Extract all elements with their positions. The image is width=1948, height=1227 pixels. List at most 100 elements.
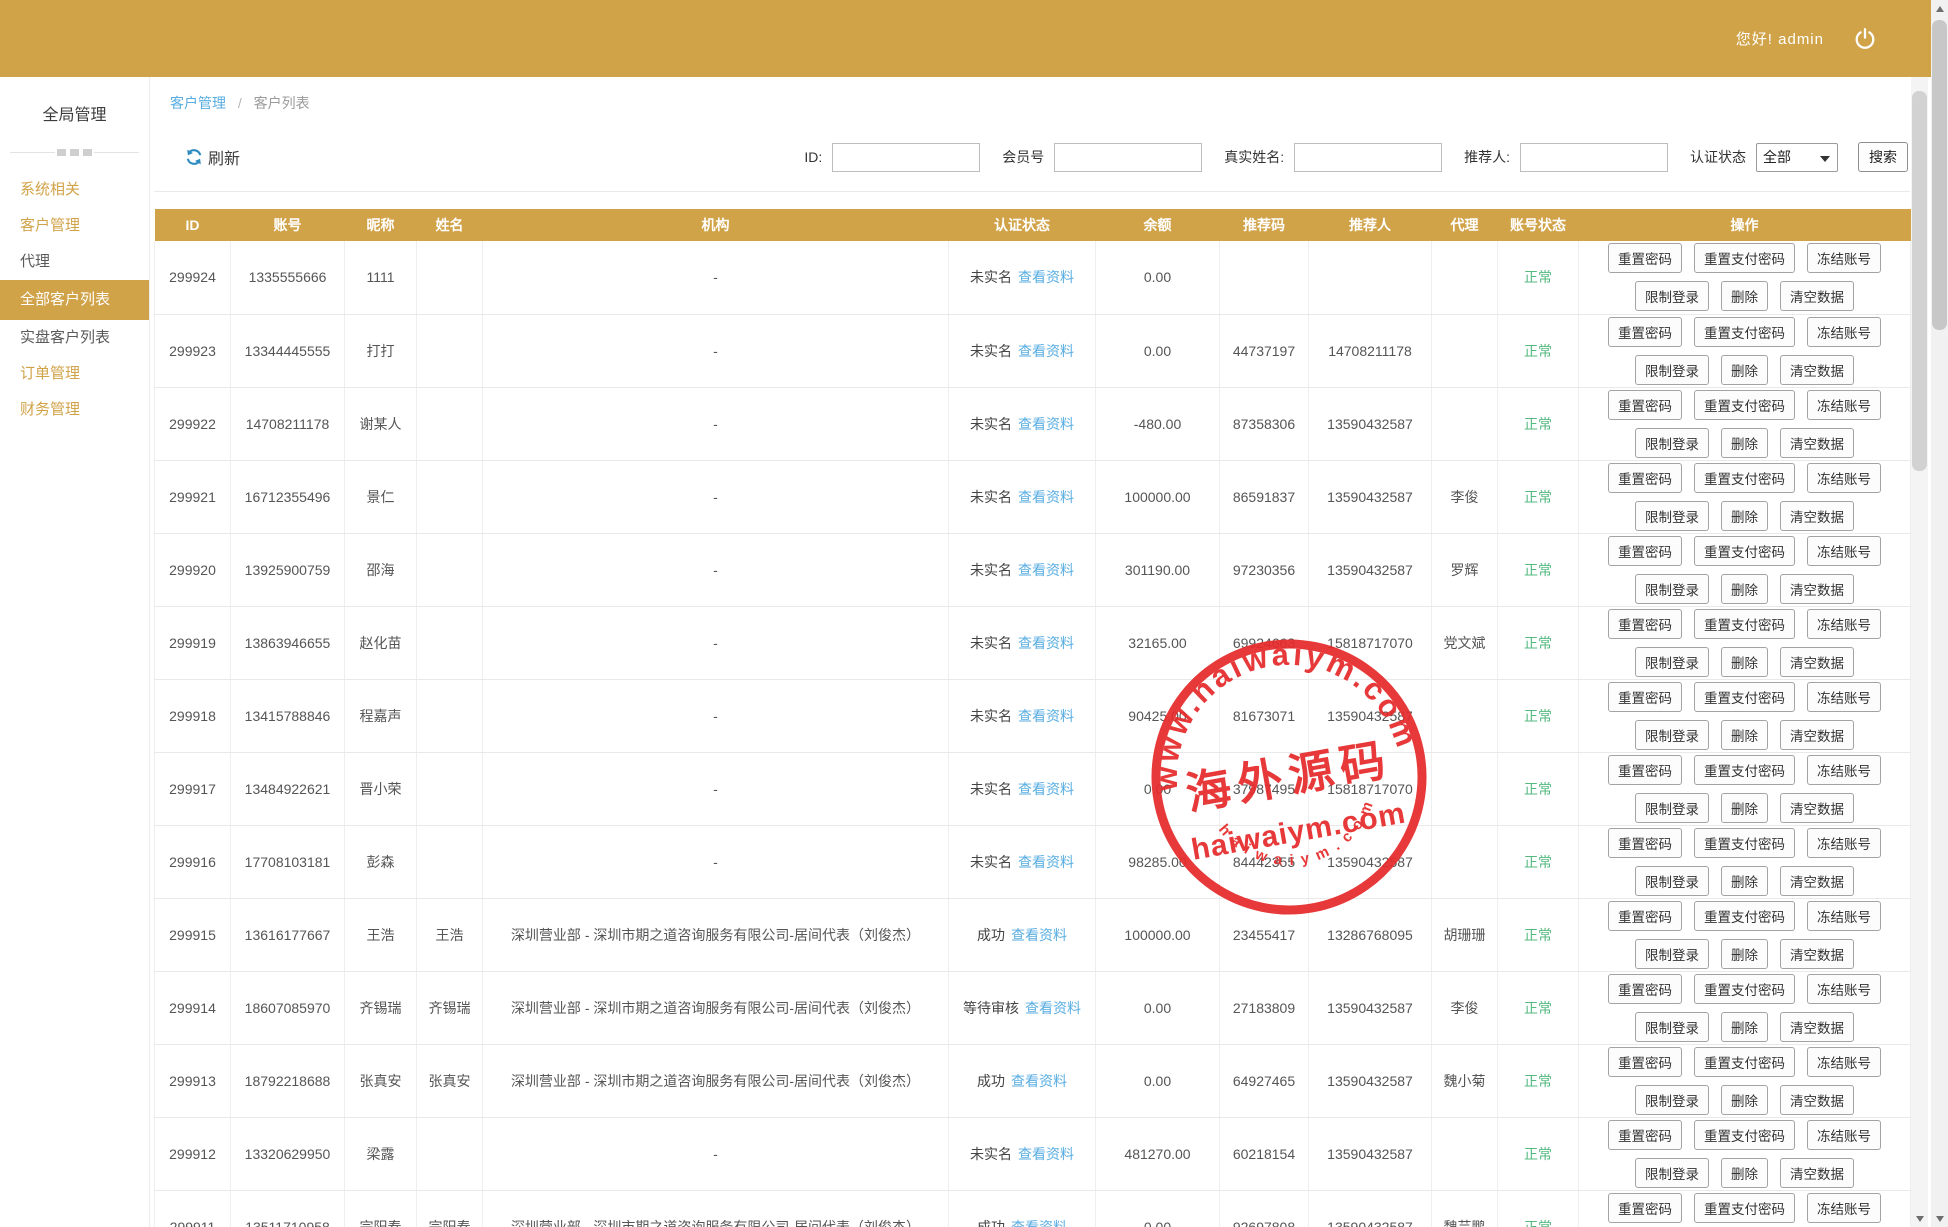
restrict-login-button[interactable]: 限制登录	[1635, 719, 1709, 750]
referrer-filter-input[interactable]	[1520, 142, 1668, 172]
clear-data-button[interactable]: 清空数据	[1780, 865, 1854, 896]
delete-button[interactable]: 删除	[1721, 573, 1768, 604]
view-profile-link[interactable]: 查看资料	[1018, 1146, 1074, 1162]
view-profile-link[interactable]: 查看资料	[1018, 635, 1074, 651]
content-scrollbar[interactable]	[1911, 77, 1928, 1227]
reset-pay-password-button[interactable]: 重置支付密码	[1694, 681, 1795, 712]
reset-pay-password-button[interactable]: 重置支付密码	[1694, 827, 1795, 858]
freeze-account-button[interactable]: 冻结账号	[1807, 1119, 1881, 1150]
browser-scroll-up-arrow[interactable]	[1931, 0, 1948, 17]
id-filter-input[interactable]	[832, 142, 981, 172]
delete-button[interactable]: 删除	[1721, 354, 1768, 385]
reset-password-button[interactable]: 重置密码	[1608, 389, 1682, 420]
clear-data-button[interactable]: 清空数据	[1780, 281, 1854, 312]
delete-button[interactable]: 删除	[1721, 1084, 1768, 1115]
freeze-account-button[interactable]: 冻结账号	[1807, 1192, 1881, 1223]
reset-pay-password-button[interactable]: 重置支付密码	[1694, 389, 1795, 420]
restrict-login-button[interactable]: 限制登录	[1635, 646, 1709, 677]
restrict-login-button[interactable]: 限制登录	[1635, 938, 1709, 969]
sidebar-item-订单管理[interactable]: 订单管理	[0, 356, 149, 392]
restrict-login-button[interactable]: 限制登录	[1635, 792, 1709, 823]
view-profile-link[interactable]: 查看资料	[1025, 1000, 1081, 1016]
restrict-login-button[interactable]: 限制登录	[1635, 1157, 1709, 1188]
reset-pay-password-button[interactable]: 重置支付密码	[1694, 316, 1795, 347]
delete-button[interactable]: 删除	[1721, 719, 1768, 750]
sidebar-item-客户管理[interactable]: 客户管理	[0, 208, 149, 244]
clear-data-button[interactable]: 清空数据	[1780, 500, 1854, 531]
clear-data-button[interactable]: 清空数据	[1780, 1157, 1854, 1188]
freeze-account-button[interactable]: 冻结账号	[1807, 389, 1881, 420]
reset-pay-password-button[interactable]: 重置支付密码	[1694, 243, 1795, 274]
view-profile-link[interactable]: 查看资料	[1011, 1219, 1067, 1227]
view-profile-link[interactable]: 查看资料	[1011, 1073, 1067, 1089]
freeze-account-button[interactable]: 冻结账号	[1807, 462, 1881, 493]
reset-password-button[interactable]: 重置密码	[1608, 1192, 1682, 1223]
reset-pay-password-button[interactable]: 重置支付密码	[1694, 1192, 1795, 1223]
content-scrollbar-thumb[interactable]	[1912, 91, 1927, 471]
sidebar-item-系统相关[interactable]: 系统相关	[0, 172, 149, 208]
reset-password-button[interactable]: 重置密码	[1608, 681, 1682, 712]
delete-button[interactable]: 删除	[1721, 938, 1768, 969]
reset-password-button[interactable]: 重置密码	[1608, 316, 1682, 347]
reset-password-button[interactable]: 重置密码	[1608, 754, 1682, 785]
freeze-account-button[interactable]: 冻结账号	[1807, 900, 1881, 931]
sidebar-item-财务管理[interactable]: 财务管理	[0, 392, 149, 428]
browser-scrollbar[interactable]	[1931, 0, 1948, 1227]
clear-data-button[interactable]: 清空数据	[1780, 792, 1854, 823]
sidebar-item-全部客户列表[interactable]: 全部客户列表	[0, 280, 149, 320]
realname-filter-input[interactable]	[1294, 142, 1443, 172]
freeze-account-button[interactable]: 冻结账号	[1807, 827, 1881, 858]
delete-button[interactable]: 删除	[1721, 1157, 1768, 1188]
delete-button[interactable]: 删除	[1721, 281, 1768, 312]
delete-button[interactable]: 删除	[1721, 865, 1768, 896]
view-profile-link[interactable]: 查看资料	[1018, 343, 1074, 359]
sidebar-item-实盘客户列表[interactable]: 实盘客户列表	[0, 320, 149, 356]
browser-scrollbar-thumb[interactable]	[1932, 20, 1947, 330]
restrict-login-button[interactable]: 限制登录	[1635, 1084, 1709, 1115]
freeze-account-button[interactable]: 冻结账号	[1807, 754, 1881, 785]
reset-password-button[interactable]: 重置密码	[1608, 608, 1682, 639]
restrict-login-button[interactable]: 限制登录	[1635, 354, 1709, 385]
clear-data-button[interactable]: 清空数据	[1780, 719, 1854, 750]
auth-status-select[interactable]: 全部	[1756, 142, 1838, 172]
reset-pay-password-button[interactable]: 重置支付密码	[1694, 608, 1795, 639]
freeze-account-button[interactable]: 冻结账号	[1807, 681, 1881, 712]
freeze-account-button[interactable]: 冻结账号	[1807, 1046, 1881, 1077]
freeze-account-button[interactable]: 冻结账号	[1807, 608, 1881, 639]
reset-pay-password-button[interactable]: 重置支付密码	[1694, 754, 1795, 785]
reset-password-button[interactable]: 重置密码	[1608, 827, 1682, 858]
reset-pay-password-button[interactable]: 重置支付密码	[1694, 462, 1795, 493]
view-profile-link[interactable]: 查看资料	[1018, 562, 1074, 578]
delete-button[interactable]: 删除	[1721, 1011, 1768, 1042]
view-profile-link[interactable]: 查看资料	[1018, 269, 1074, 285]
clear-data-button[interactable]: 清空数据	[1780, 646, 1854, 677]
search-button[interactable]: 搜索	[1858, 142, 1908, 172]
reset-pay-password-button[interactable]: 重置支付密码	[1694, 1046, 1795, 1077]
browser-scroll-down-arrow[interactable]	[1931, 1210, 1948, 1227]
freeze-account-button[interactable]: 冻结账号	[1807, 973, 1881, 1004]
view-profile-link[interactable]: 查看资料	[1018, 781, 1074, 797]
restrict-login-button[interactable]: 限制登录	[1635, 865, 1709, 896]
reset-password-button[interactable]: 重置密码	[1608, 462, 1682, 493]
view-profile-link[interactable]: 查看资料	[1011, 927, 1067, 943]
restrict-login-button[interactable]: 限制登录	[1635, 573, 1709, 604]
delete-button[interactable]: 删除	[1721, 427, 1768, 458]
reset-password-button[interactable]: 重置密码	[1608, 535, 1682, 566]
freeze-account-button[interactable]: 冻结账号	[1807, 316, 1881, 347]
clear-data-button[interactable]: 清空数据	[1780, 573, 1854, 604]
restrict-login-button[interactable]: 限制登录	[1635, 427, 1709, 458]
view-profile-link[interactable]: 查看资料	[1018, 489, 1074, 505]
view-profile-link[interactable]: 查看资料	[1018, 854, 1074, 870]
reset-pay-password-button[interactable]: 重置支付密码	[1694, 535, 1795, 566]
reset-password-button[interactable]: 重置密码	[1608, 243, 1682, 274]
reset-pay-password-button[interactable]: 重置支付密码	[1694, 1119, 1795, 1150]
refresh-button[interactable]: 刷新	[184, 145, 240, 169]
clear-data-button[interactable]: 清空数据	[1780, 938, 1854, 969]
view-profile-link[interactable]: 查看资料	[1018, 416, 1074, 432]
clear-data-button[interactable]: 清空数据	[1780, 1084, 1854, 1115]
restrict-login-button[interactable]: 限制登录	[1635, 281, 1709, 312]
clear-data-button[interactable]: 清空数据	[1780, 427, 1854, 458]
delete-button[interactable]: 删除	[1721, 792, 1768, 823]
reset-pay-password-button[interactable]: 重置支付密码	[1694, 973, 1795, 1004]
reset-password-button[interactable]: 重置密码	[1608, 973, 1682, 1004]
